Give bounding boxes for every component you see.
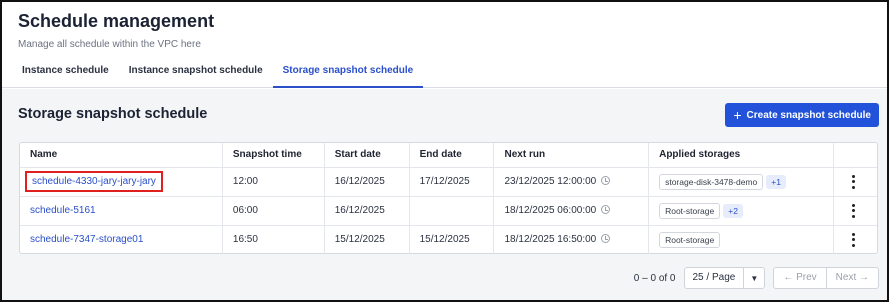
end-date-cell [409, 196, 495, 226]
start-date-cell: 15/12/2025 [324, 225, 410, 254]
pager: ← Prev Next → [773, 267, 879, 289]
table-header-row: Name Snapshot time Start date End date N… [20, 143, 877, 168]
start-date-cell: 16/12/2025 [324, 167, 410, 197]
storage-tag: storage-disk-3478-demo [659, 173, 764, 190]
start-date-cell: 16/12/2025 [324, 196, 410, 226]
schedule-name-link[interactable]: schedule-4330-jary-jary-jary [25, 171, 163, 192]
applied-storages-cell: storage-disk-3478-demo +1 [648, 167, 834, 197]
more-actions-icon[interactable] [851, 203, 855, 218]
applied-storages-cell: Root-storage +2 [648, 196, 834, 226]
snapshot-time-cell: 16:50 [222, 225, 325, 254]
column-header-start-date: Start date [324, 143, 410, 168]
next-run-cell: 18/12/2025 16:50:00 [493, 225, 650, 254]
more-actions-icon[interactable] [851, 174, 855, 189]
column-header-next-run: Next run [493, 143, 650, 168]
page-title: Schedule management [18, 11, 215, 31]
column-header-name: Name [20, 143, 223, 168]
next-run-value: 23/12/2025 12:00:00 [504, 176, 597, 187]
more-storages-badge[interactable]: +2 [723, 203, 743, 218]
section-title: Storage snapshot schedule [18, 106, 208, 122]
pagination: 0 – 0 of 0 25 / Page ▼ ← Prev Next → [634, 267, 879, 289]
clock-icon [601, 205, 611, 214]
schedule-name-link[interactable]: schedule-5161 [30, 205, 96, 216]
applied-storages-cell: Root-storage [648, 225, 834, 254]
next-run-cell: 18/12/2025 06:00:00 [493, 196, 650, 226]
storage-tag: Root-storage [659, 231, 721, 248]
snapshot-time-cell: 06:00 [222, 196, 325, 226]
actions-cell [833, 167, 877, 197]
page-size-value: 25 / Page [685, 268, 745, 288]
create-snapshot-schedule-button[interactable]: + Create snapshot schedule [725, 103, 879, 127]
tab-instance-snapshot-schedule[interactable]: Instance snapshot schedule [119, 60, 273, 88]
page-header: Schedule management Manage all schedule … [18, 10, 214, 50]
more-storages-badge[interactable]: +1 [766, 174, 786, 189]
create-button-label: Create snapshot schedule [746, 109, 871, 121]
more-actions-icon[interactable] [851, 232, 855, 247]
table-row: schedule-7347-storage01 16:50 15/12/2025… [20, 225, 877, 254]
clock-icon [601, 234, 611, 244]
column-header-actions [833, 143, 877, 168]
end-date-cell: 17/12/2025 [409, 167, 495, 197]
app-window: Schedule management Manage all schedule … [0, 0, 889, 302]
schedule-name-link[interactable]: schedule-7347-storage01 [30, 234, 143, 245]
tab-storage-snapshot-schedule[interactable]: Storage snapshot schedule [272, 60, 424, 88]
main-content: Storage snapshot schedule + Create snaps… [2, 89, 887, 300]
pagination-range: 0 – 0 of 0 [633, 272, 676, 284]
end-date-cell: 15/12/2025 [409, 225, 495, 254]
column-header-applied-storages: Applied storages [648, 143, 834, 168]
page-subtitle: Manage all schedule within the VPC here [18, 39, 201, 50]
page-size-select[interactable]: 25 / Page ▼ [683, 267, 766, 289]
table-row: schedule-4330-jary-jary-jary 12:00 16/12… [20, 167, 877, 197]
next-run-cell: 23/12/2025 12:00:00 [493, 167, 650, 197]
tab-bar: Instance schedule Instance snapshot sche… [2, 60, 887, 88]
next-run-value: 18/12/2025 16:50:00 [504, 234, 597, 246]
column-header-end-date: End date [409, 143, 495, 168]
clock-icon [601, 176, 611, 185]
schedule-table: Name Snapshot time Start date End date N… [19, 142, 878, 254]
actions-cell [833, 196, 877, 226]
column-header-snapshot-time: Snapshot time [222, 143, 325, 168]
table-row: schedule-5161 06:00 16/12/2025 18/12/202… [20, 196, 877, 226]
snapshot-time-cell: 12:00 [222, 167, 325, 197]
tab-instance-schedule[interactable]: Instance schedule [12, 60, 119, 88]
next-run-value: 18/12/2025 06:00:00 [504, 205, 597, 216]
actions-cell [833, 225, 877, 254]
storage-tag: Root-storage [659, 202, 721, 219]
next-page-button[interactable]: Next → [827, 268, 878, 288]
prev-page-button[interactable]: ← Prev [774, 268, 827, 288]
plus-icon: + [733, 107, 742, 123]
chevron-down-icon[interactable]: ▼ [744, 274, 764, 283]
